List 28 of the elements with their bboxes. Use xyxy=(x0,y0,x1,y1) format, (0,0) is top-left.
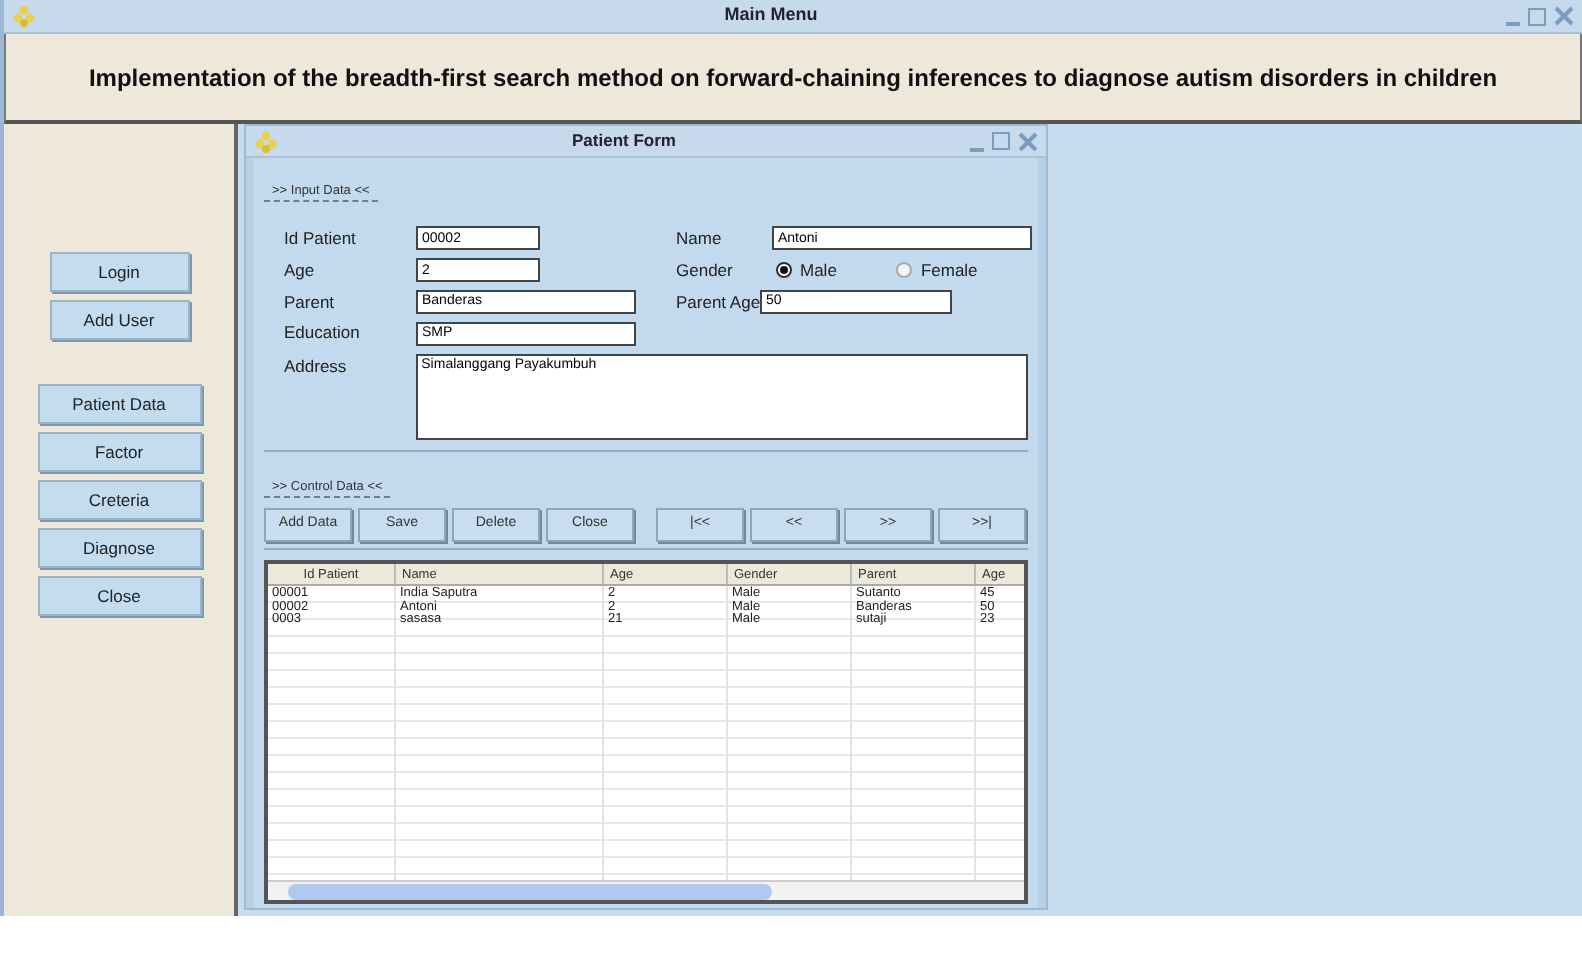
window-title: Main Menu xyxy=(722,2,820,29)
flower-icon xyxy=(12,4,36,28)
app-title: Implementation of the breadth-first search method on forward-chaining inferences to diagnose autism disorders in children xyxy=(88,61,1498,95)
minimize-button[interactable] xyxy=(1506,22,1520,26)
field-label: Age xyxy=(284,257,317,283)
field-label: Name xyxy=(676,226,724,252)
maximize-button[interactable] xyxy=(992,132,1010,150)
horizontal-scrollbar[interactable] xyxy=(268,880,1024,900)
minimize-button[interactable] xyxy=(970,147,984,151)
sidebar-button[interactable]: Login xyxy=(49,252,189,292)
sidebar-button[interactable]: Creteria xyxy=(37,480,201,520)
form-title: Patient Form xyxy=(570,128,678,154)
flower-icon xyxy=(254,129,278,153)
radio-button[interactable]: Female xyxy=(896,257,978,283)
sidebar-button[interactable]: Patient Data xyxy=(37,384,201,424)
sidebar-button[interactable]: Add User xyxy=(49,300,189,340)
maximize-button[interactable] xyxy=(1528,7,1546,25)
field-label: Education xyxy=(284,320,362,346)
field-label: Address xyxy=(284,354,349,380)
field-label: Gender xyxy=(676,257,735,283)
sidebar-button[interactable]: Close xyxy=(37,576,201,616)
close-button[interactable] xyxy=(1554,6,1574,26)
field-label: Parent xyxy=(284,289,337,315)
radio-button[interactable]: Male xyxy=(776,257,837,283)
sidebar-button[interactable]: Diagnose xyxy=(37,528,201,568)
close-button[interactable] xyxy=(1018,131,1038,151)
sidebar-button[interactable]: Factor xyxy=(37,432,201,472)
field-label: Id Patient xyxy=(284,226,358,252)
